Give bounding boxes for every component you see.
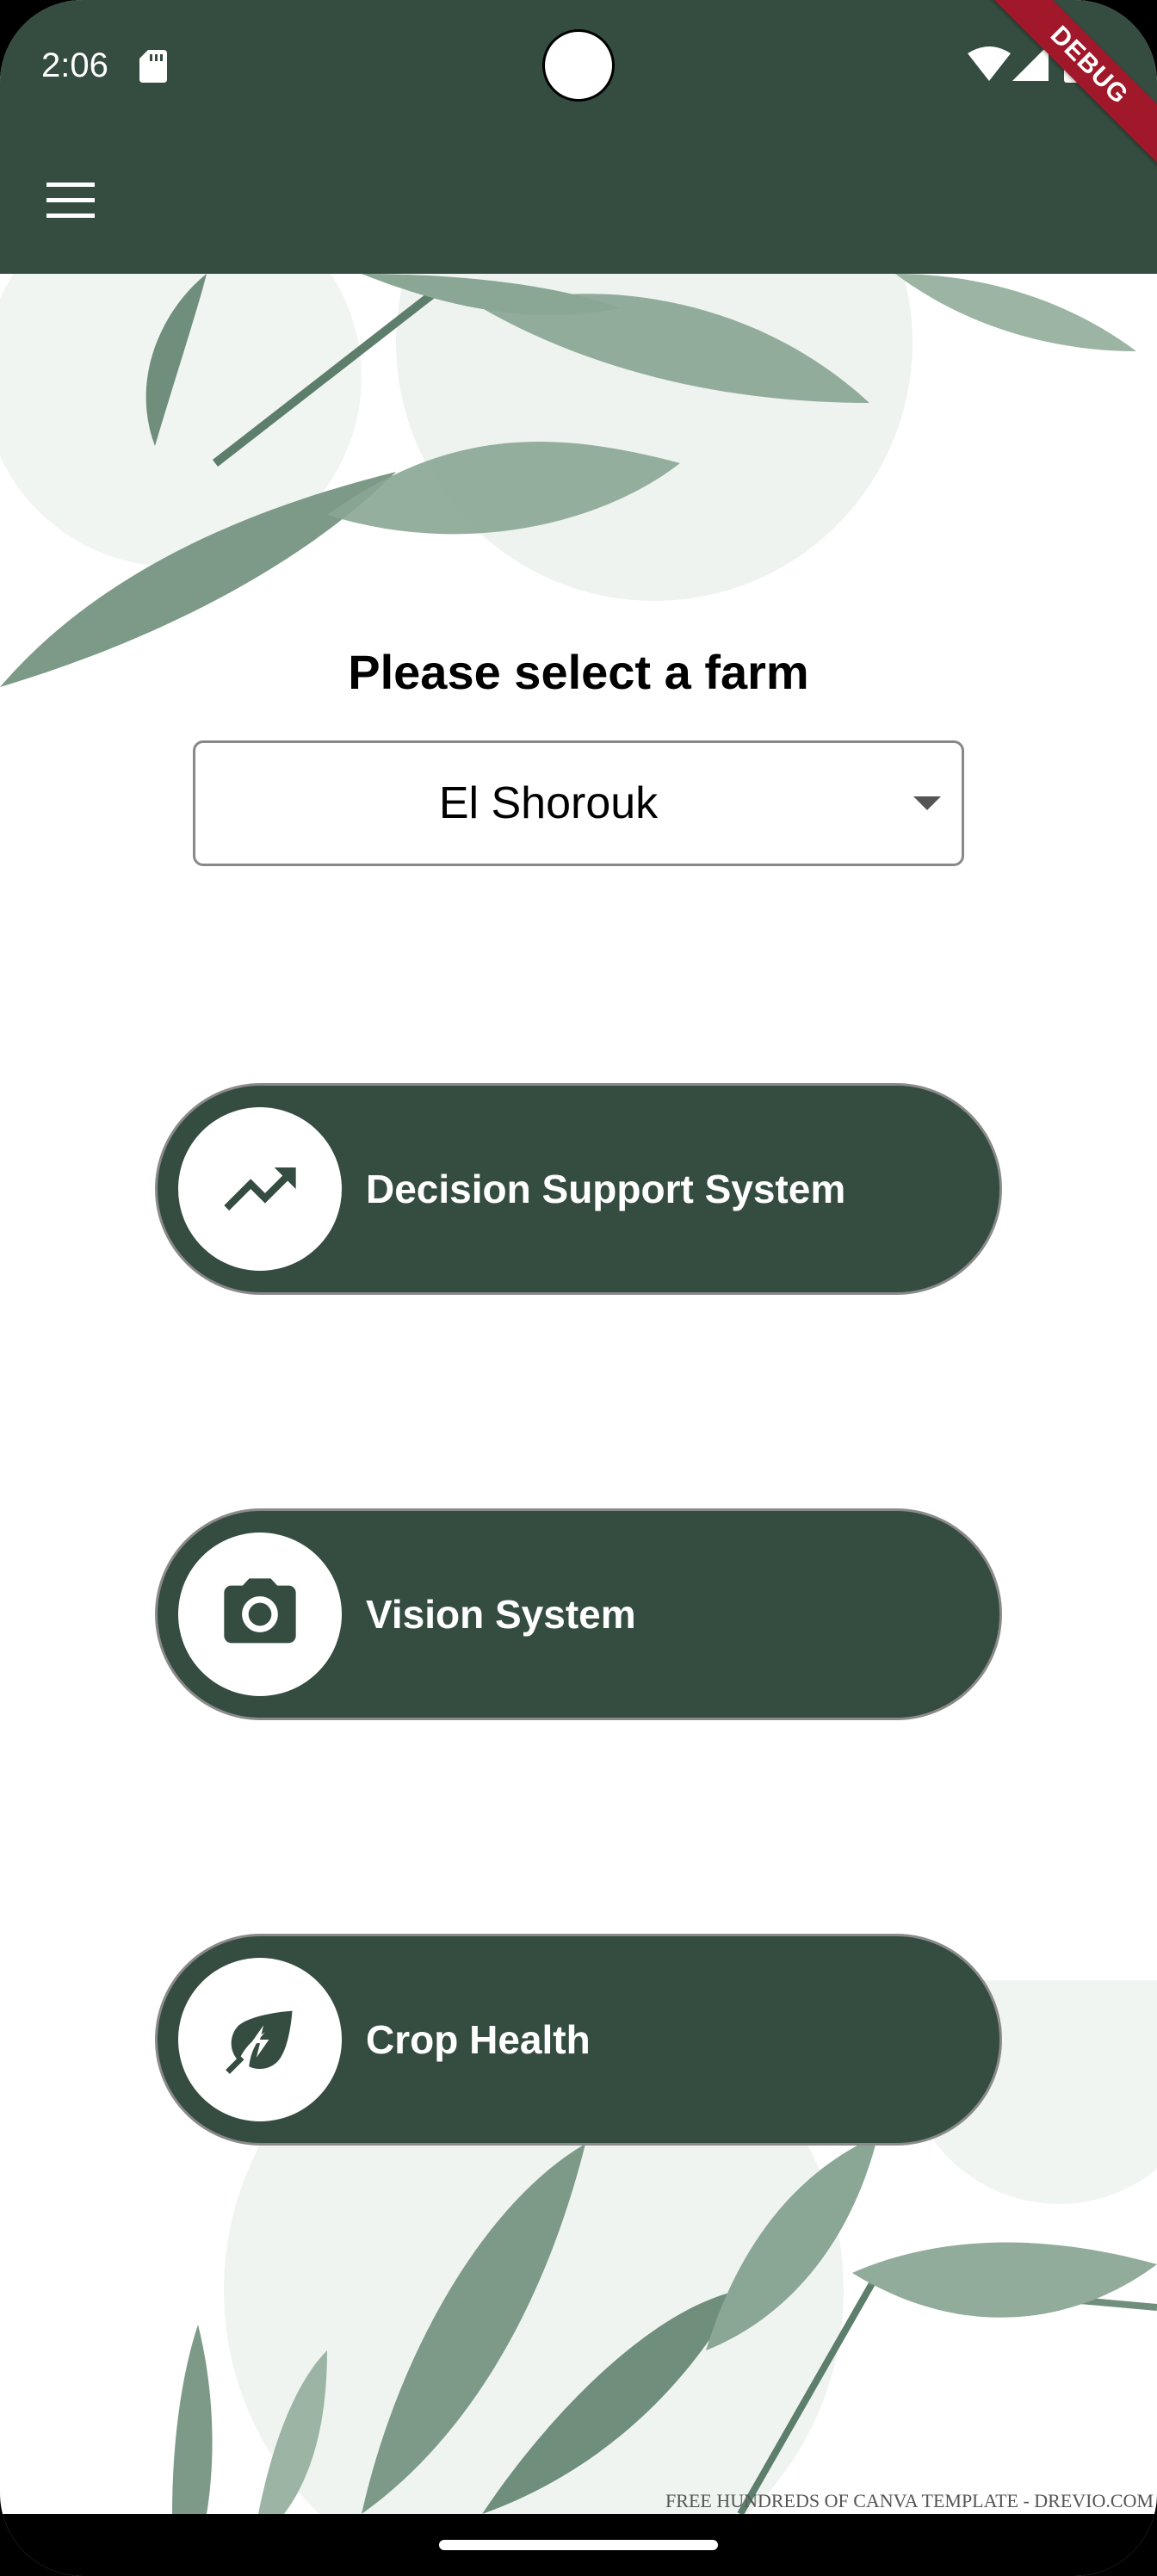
pill-icon-circle [178, 1107, 342, 1271]
vision-system-label: Vision System [366, 1592, 636, 1637]
status-time: 2:06 [41, 46, 108, 84]
watermark-text: FREE HUNDREDS OF CANVA TEMPLATE - DREVIO… [665, 2490, 1154, 2511]
decision-support-button[interactable]: Decision Support System [155, 1083, 1002, 1295]
farm-dropdown[interactable]: El Shorouk [193, 740, 964, 866]
eco-leaf-bolt-icon [226, 2010, 293, 2074]
farm-prompt-heading: Please select a farm [348, 645, 809, 699]
pill-icon-circle [178, 1958, 342, 2121]
camera-icon [224, 1578, 296, 1644]
dropdown-caret-icon [913, 796, 941, 810]
vision-system-button[interactable]: Vision System [155, 1508, 1002, 1720]
sd-card-icon [139, 50, 167, 83]
decision-support-label: Decision Support System [366, 1167, 846, 1211]
app-bar: 2:06 [0, 0, 1157, 274]
app-screen: FREE HUNDREDS OF CANVA TEMPLATE - DREVIO… [0, 0, 1157, 2576]
farm-dropdown-value: El Shorouk [438, 778, 659, 828]
trending-up-icon [224, 1167, 296, 1211]
cell-signal-icon [1012, 45, 1049, 81]
home-indicator[interactable] [439, 2540, 718, 2550]
camera-cutout [542, 29, 615, 102]
crop-health-label: Crop Health [366, 2017, 591, 2062]
wifi-icon [968, 46, 1011, 81]
crop-health-button[interactable]: Crop Health [155, 1934, 1002, 2146]
pill-icon-circle [178, 1533, 342, 1696]
hamburger-menu-icon[interactable] [43, 179, 102, 224]
